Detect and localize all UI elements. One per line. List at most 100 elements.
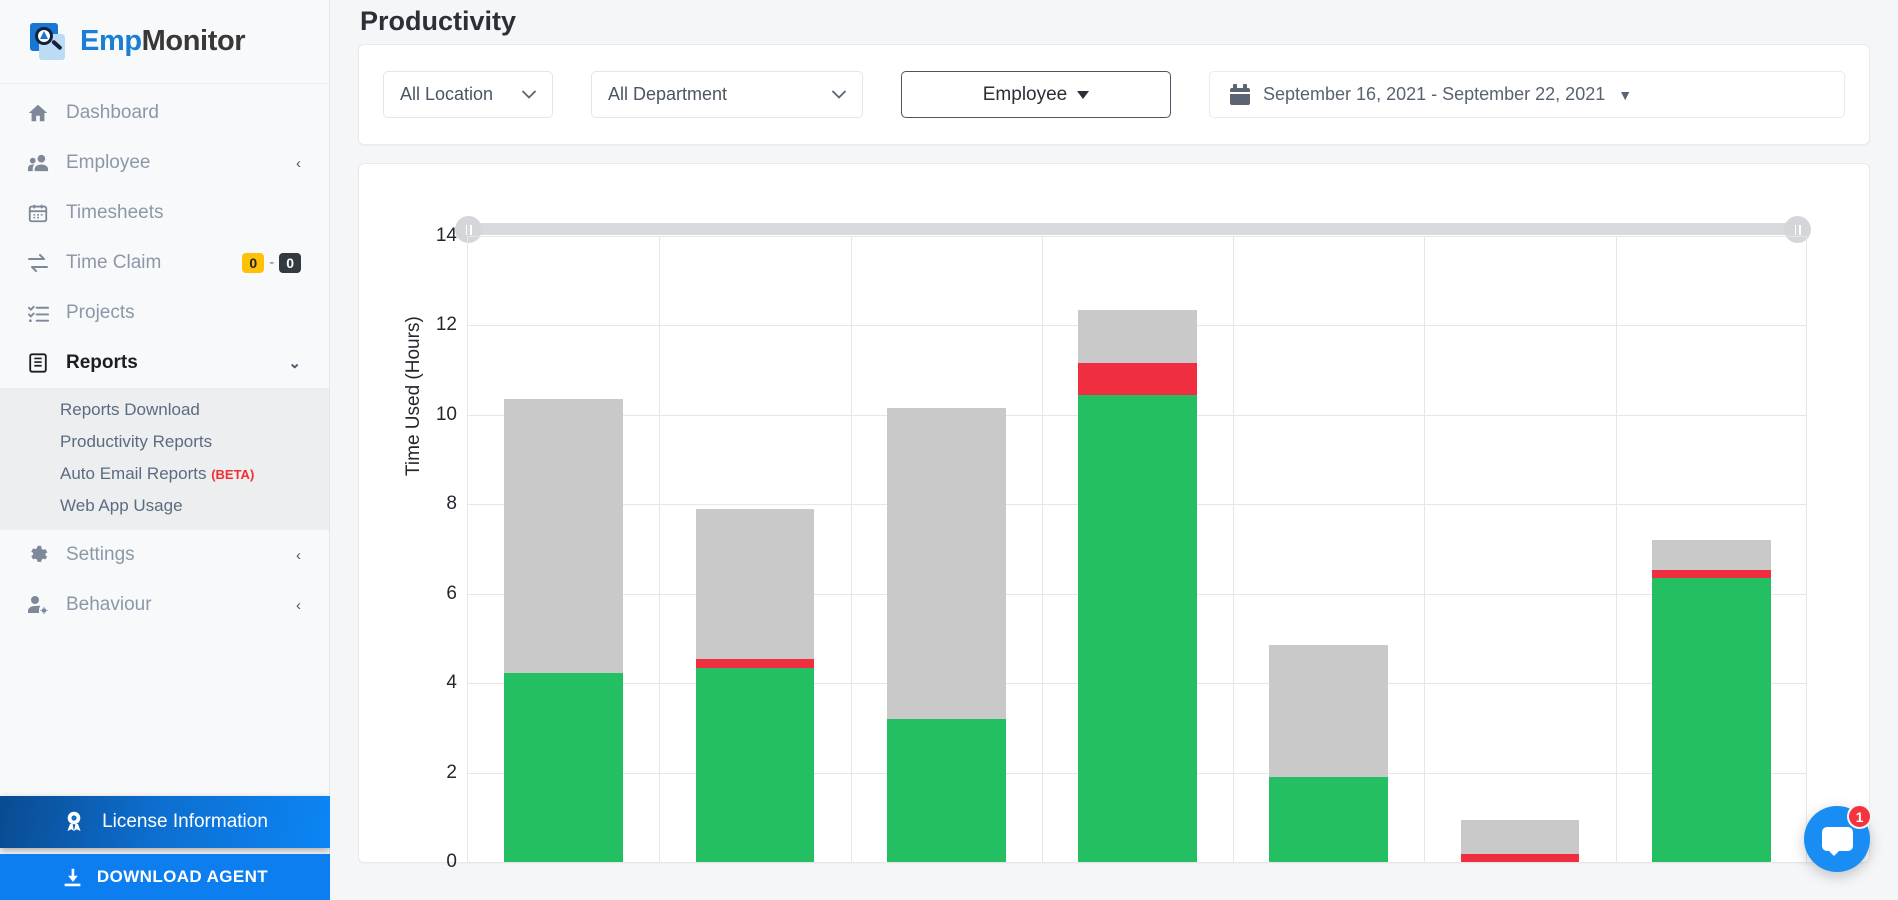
sidebar-label-employee: Employee xyxy=(66,152,280,174)
date-range-value: September 16, 2021 - September 22, 2021 xyxy=(1263,84,1605,105)
sidebar-subitem-auto-email-reports[interactable]: Auto Email Reports (BETA) xyxy=(28,458,329,490)
range-slider-track[interactable] xyxy=(459,223,1807,235)
y-tick-10: 10 xyxy=(436,404,457,426)
empmonitor-logo-icon xyxy=(28,21,70,63)
bar-6[interactable] xyxy=(1461,820,1580,862)
badge-pending-count: 0 xyxy=(242,253,264,274)
sidebar-subitem-reports-download[interactable]: Reports Download xyxy=(28,394,329,426)
calendar-icon xyxy=(26,202,50,224)
y-tick-0: 0 xyxy=(446,851,457,873)
time-claim-badges: 0 - 0 xyxy=(242,253,301,274)
app-root: EmpMonitor Dashboard Employee ‹ xyxy=(0,0,1898,900)
y-tick-4: 4 xyxy=(446,672,457,694)
gridline-v-2 xyxy=(851,236,852,862)
download-agent-button[interactable]: DOWNLOAD AGENT xyxy=(0,854,330,900)
sidebar-sublabel-reports-download: Reports Download xyxy=(60,400,200,419)
bar-segment-neutral xyxy=(1078,310,1197,364)
bar-5[interactable] xyxy=(1269,645,1388,862)
caret-down-icon-daterange: ▼ xyxy=(1618,87,1632,103)
bar-segment-neutral xyxy=(504,399,623,673)
chevron-left-icon-settings: ‹ xyxy=(296,548,301,563)
bar-segment-productive xyxy=(696,668,815,863)
chat-unread-badge: 1 xyxy=(1847,804,1872,829)
sidebar: EmpMonitor Dashboard Employee ‹ xyxy=(0,0,330,900)
bar-2[interactable] xyxy=(696,509,815,862)
y-tick-2: 2 xyxy=(446,762,457,784)
bar-segment-productive xyxy=(504,673,623,862)
bar-segment-neutral xyxy=(1461,820,1580,854)
download-agent-label: DOWNLOAD AGENT xyxy=(97,867,268,887)
chart-plot-area: Time Used (Hours) 02468101214 xyxy=(359,236,1869,862)
license-information-button[interactable]: License Information xyxy=(0,796,330,848)
license-information-label: License Information xyxy=(102,811,268,833)
download-icon xyxy=(62,867,83,888)
page-title: Productivity xyxy=(358,0,1870,44)
sidebar-item-reports[interactable]: Reports ⌄ xyxy=(0,338,329,388)
location-select-value: All Location xyxy=(400,84,493,105)
bar-segment-productive xyxy=(1652,578,1771,862)
sidebar-item-dashboard[interactable]: Dashboard xyxy=(0,88,329,138)
sidebar-label-time-claim: Time Claim xyxy=(66,252,226,274)
employee-dropdown-button[interactable]: Employee xyxy=(901,71,1171,118)
sidebar-label-reports: Reports xyxy=(66,352,272,374)
sidebar-label-projects: Projects xyxy=(66,302,301,324)
sidebar-label-settings: Settings xyxy=(66,544,280,566)
main-content: Productivity All Location All Department… xyxy=(330,0,1898,900)
y-axis-tick-labels: 02468101214 xyxy=(411,236,457,862)
badge-approved-count: 0 xyxy=(279,253,301,274)
y-tick-14: 14 xyxy=(436,225,457,247)
date-range-picker[interactable]: September 16, 2021 - September 22, 2021 … xyxy=(1209,71,1845,118)
badge-separator: - xyxy=(269,254,274,271)
bar-segment-neutral xyxy=(1269,645,1388,777)
gridline-v-3 xyxy=(1042,236,1043,862)
users-icon xyxy=(26,152,50,175)
sidebar-sublabel-auto-email-reports: Auto Email Reports xyxy=(60,464,206,483)
bar-7[interactable] xyxy=(1652,540,1771,862)
sidebar-spacer xyxy=(0,630,329,796)
caret-down-icon-employee xyxy=(1077,91,1089,99)
sidebar-item-employee[interactable]: Employee ‹ xyxy=(0,138,329,188)
award-badge-icon xyxy=(62,809,86,835)
y-tick-6: 6 xyxy=(446,583,457,605)
chevron-down-icon-reports: ⌄ xyxy=(288,356,301,371)
sidebar-item-time-claim[interactable]: Time Claim 0 - 0 xyxy=(0,238,329,288)
sidebar-subitem-web-app-usage[interactable]: Web App Usage xyxy=(28,490,329,522)
bar-segment-neutral xyxy=(1652,540,1771,570)
sidebar-subitem-productivity-reports[interactable]: Productivity Reports xyxy=(28,426,329,458)
sidebar-sublabel-productivity-reports: Productivity Reports xyxy=(60,432,212,451)
gear-icon xyxy=(26,544,50,567)
sidebar-item-settings[interactable]: Settings ‹ xyxy=(0,530,329,580)
bar-1[interactable] xyxy=(504,399,623,862)
location-select[interactable]: All Location xyxy=(383,71,553,118)
gridline-v-1 xyxy=(659,236,660,862)
filter-bar: All Location All Department Employee xyxy=(358,44,1870,145)
department-select-value: All Department xyxy=(608,84,727,105)
brand-logo[interactable]: EmpMonitor xyxy=(0,0,329,84)
sidebar-item-projects[interactable]: Projects xyxy=(0,288,329,338)
bar-4[interactable] xyxy=(1078,310,1197,862)
sidebar-label-timesheets: Timesheets xyxy=(66,202,301,224)
sidebar-label-behaviour: Behaviour xyxy=(66,594,280,616)
employee-dropdown-label: Employee xyxy=(983,84,1068,106)
chevron-down-icon-location xyxy=(522,90,536,99)
gridline-h-0 xyxy=(468,862,1807,863)
brand-emp: Emp xyxy=(80,25,142,57)
chart-grid xyxy=(467,236,1807,862)
sidebar-nav: Dashboard Employee ‹ Timesheets Time xyxy=(0,84,329,630)
reports-submenu: Reports Download Productivity Reports Au… xyxy=(0,388,329,530)
chat-bubble-icon xyxy=(1822,827,1853,851)
checklist-icon xyxy=(26,302,50,325)
bar-3[interactable] xyxy=(887,408,1006,862)
sidebar-item-timesheets[interactable]: Timesheets xyxy=(0,188,329,238)
user-gear-icon xyxy=(26,593,50,617)
y-tick-12: 12 xyxy=(436,314,457,336)
chat-widget-button[interactable]: 1 xyxy=(1804,806,1870,872)
bar-segment-productive xyxy=(887,719,1006,862)
page-header: Productivity xyxy=(330,0,1898,44)
bar-segment-productive xyxy=(1269,777,1388,862)
sidebar-item-behaviour[interactable]: Behaviour ‹ xyxy=(0,580,329,630)
chevron-left-icon-employee: ‹ xyxy=(296,156,301,171)
department-select[interactable]: All Department xyxy=(591,71,863,118)
home-icon xyxy=(26,102,50,124)
gridline-h-14 xyxy=(468,236,1807,237)
